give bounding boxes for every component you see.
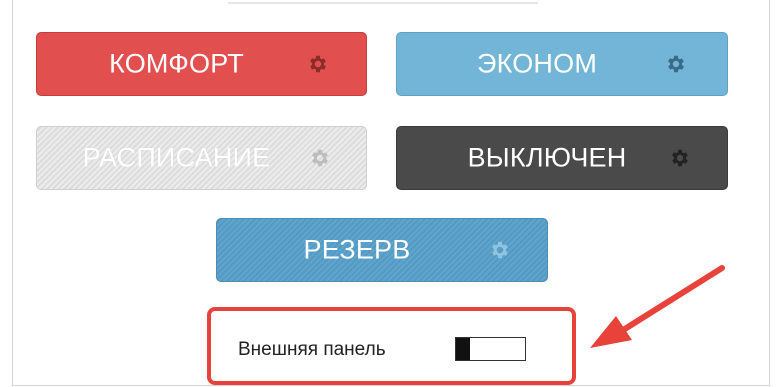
- reserve-mode-button[interactable]: РЕЗЕРВ: [216, 218, 548, 282]
- gear-icon[interactable]: [669, 147, 691, 169]
- comfort-mode-button[interactable]: КОМФОРТ: [36, 32, 367, 96]
- gear-icon[interactable]: [307, 53, 329, 75]
- toggle-knob[interactable]: [456, 338, 470, 360]
- off-mode-button[interactable]: ВЫКЛЮЧЕН: [396, 126, 728, 190]
- gear-icon[interactable]: [665, 53, 687, 75]
- schedule-mode-button[interactable]: РАСПИСАНИЕ: [36, 126, 367, 190]
- top-divider: [228, 2, 538, 4]
- arrow-icon: [590, 265, 725, 348]
- econom-mode-button[interactable]: ЭКОНОМ: [396, 32, 728, 96]
- external-panel-label: Внешняя панель: [238, 339, 386, 360]
- gear-icon[interactable]: [489, 239, 511, 261]
- gear-icon[interactable]: [309, 147, 331, 169]
- external-panel-toggle[interactable]: [455, 337, 526, 361]
